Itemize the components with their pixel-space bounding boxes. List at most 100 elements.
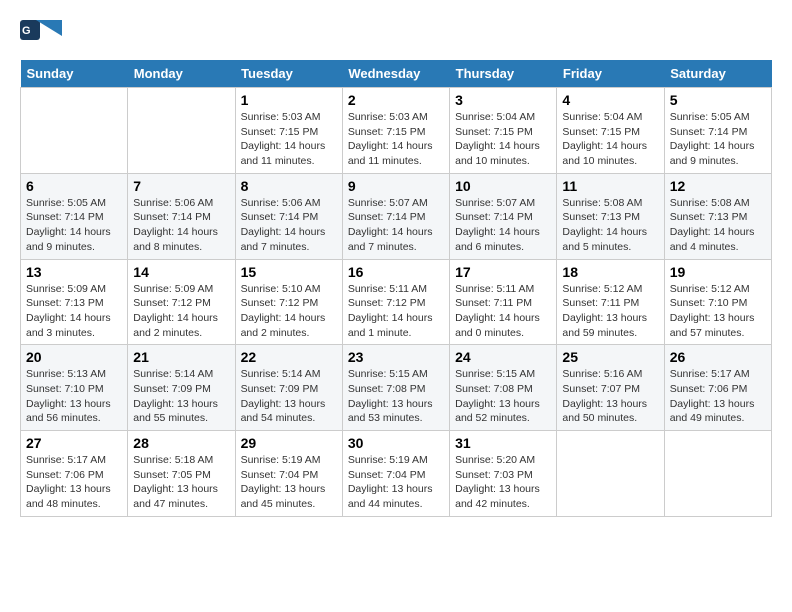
day-header-sunday: Sunday xyxy=(21,60,128,88)
day-number: 1 xyxy=(241,92,337,108)
day-number: 24 xyxy=(455,349,551,365)
calendar-cell: 29 Sunrise: 5:19 AM Sunset: 7:04 PM Dayli… xyxy=(235,431,342,517)
day-number: 7 xyxy=(133,178,229,194)
day-info: Sunrise: 5:12 AM Sunset: 7:11 PM Dayligh… xyxy=(562,282,658,341)
day-number: 3 xyxy=(455,92,551,108)
week-row-3: 13 Sunrise: 5:09 AM Sunset: 7:13 PM Dayli… xyxy=(21,259,772,345)
calendar-cell xyxy=(664,431,771,517)
day-info: Sunrise: 5:16 AM Sunset: 7:07 PM Dayligh… xyxy=(562,367,658,426)
day-info: Sunrise: 5:07 AM Sunset: 7:14 PM Dayligh… xyxy=(348,196,444,255)
day-number: 18 xyxy=(562,264,658,280)
day-info: Sunrise: 5:09 AM Sunset: 7:13 PM Dayligh… xyxy=(26,282,122,341)
calendar-cell: 4 Sunrise: 5:04 AM Sunset: 7:15 PM Daylig… xyxy=(557,88,664,174)
day-info: Sunrise: 5:07 AM Sunset: 7:14 PM Dayligh… xyxy=(455,196,551,255)
day-header-monday: Monday xyxy=(128,60,235,88)
day-number: 19 xyxy=(670,264,766,280)
day-info: Sunrise: 5:14 AM Sunset: 7:09 PM Dayligh… xyxy=(241,367,337,426)
calendar-cell: 31Sunrise: 5:20 AM Sunset: 7:03 PM Dayli… xyxy=(450,431,557,517)
day-info: Sunrise: 5:17 AM Sunset: 7:06 PM Dayligh… xyxy=(670,367,766,426)
calendar-cell: 6 Sunrise: 5:05 AM Sunset: 7:14 PM Daylig… xyxy=(21,173,128,259)
calendar-cell: 17 Sunrise: 5:11 AM Sunset: 7:11 PM Dayli… xyxy=(450,259,557,345)
day-number: 14 xyxy=(133,264,229,280)
calendar-cell: 18 Sunrise: 5:12 AM Sunset: 7:11 PM Dayli… xyxy=(557,259,664,345)
day-number: 29 xyxy=(241,435,337,451)
day-info: Sunrise: 5:06 AM Sunset: 7:14 PM Dayligh… xyxy=(133,196,229,255)
day-info: Sunrise: 5:08 AM Sunset: 7:13 PM Dayligh… xyxy=(562,196,658,255)
calendar-body: 1 Sunrise: 5:03 AM Sunset: 7:15 PM Daylig… xyxy=(21,88,772,517)
day-header-tuesday: Tuesday xyxy=(235,60,342,88)
day-number: 9 xyxy=(348,178,444,194)
calendar-cell xyxy=(557,431,664,517)
day-number: 5 xyxy=(670,92,766,108)
calendar-cell: 23 Sunrise: 5:15 AM Sunset: 7:08 PM Dayli… xyxy=(342,345,449,431)
day-info: Sunrise: 5:13 AM Sunset: 7:10 PM Dayligh… xyxy=(26,367,122,426)
calendar-cell: 14 Sunrise: 5:09 AM Sunset: 7:12 PM Dayli… xyxy=(128,259,235,345)
day-number: 26 xyxy=(670,349,766,365)
calendar-cell: 9 Sunrise: 5:07 AM Sunset: 7:14 PM Daylig… xyxy=(342,173,449,259)
logo: G xyxy=(20,20,66,50)
calendar-table: SundayMondayTuesdayWednesdayThursdayFrid… xyxy=(20,60,772,517)
day-number: 10 xyxy=(455,178,551,194)
day-number: 8 xyxy=(241,178,337,194)
day-header-thursday: Thursday xyxy=(450,60,557,88)
day-number: 13 xyxy=(26,264,122,280)
day-header-friday: Friday xyxy=(557,60,664,88)
calendar-cell: 25 Sunrise: 5:16 AM Sunset: 7:07 PM Dayli… xyxy=(557,345,664,431)
day-header-saturday: Saturday xyxy=(664,60,771,88)
day-number: 23 xyxy=(348,349,444,365)
day-number: 17 xyxy=(455,264,551,280)
week-row-4: 20Sunrise: 5:13 AM Sunset: 7:10 PM Dayli… xyxy=(21,345,772,431)
day-info: Sunrise: 5:15 AM Sunset: 7:08 PM Dayligh… xyxy=(455,367,551,426)
day-number: 11 xyxy=(562,178,658,194)
day-number: 21 xyxy=(133,349,229,365)
day-number: 4 xyxy=(562,92,658,108)
day-info: Sunrise: 5:20 AM Sunset: 7:03 PM Dayligh… xyxy=(455,453,551,512)
day-number: 30 xyxy=(348,435,444,451)
day-info: Sunrise: 5:04 AM Sunset: 7:15 PM Dayligh… xyxy=(562,110,658,169)
day-info: Sunrise: 5:05 AM Sunset: 7:14 PM Dayligh… xyxy=(670,110,766,169)
day-info: Sunrise: 5:11 AM Sunset: 7:11 PM Dayligh… xyxy=(455,282,551,341)
day-header-wednesday: Wednesday xyxy=(342,60,449,88)
day-number: 6 xyxy=(26,178,122,194)
logo-icon: G xyxy=(20,20,62,50)
calendar-cell: 13 Sunrise: 5:09 AM Sunset: 7:13 PM Dayli… xyxy=(21,259,128,345)
day-info: Sunrise: 5:08 AM Sunset: 7:13 PM Dayligh… xyxy=(670,196,766,255)
day-info: Sunrise: 5:06 AM Sunset: 7:14 PM Dayligh… xyxy=(241,196,337,255)
calendar-cell: 27Sunrise: 5:17 AM Sunset: 7:06 PM Dayli… xyxy=(21,431,128,517)
day-info: Sunrise: 5:15 AM Sunset: 7:08 PM Dayligh… xyxy=(348,367,444,426)
day-number: 25 xyxy=(562,349,658,365)
calendar-cell: 22 Sunrise: 5:14 AM Sunset: 7:09 PM Dayli… xyxy=(235,345,342,431)
day-number: 2 xyxy=(348,92,444,108)
day-info: Sunrise: 5:19 AM Sunset: 7:04 PM Dayligh… xyxy=(348,453,444,512)
day-info: Sunrise: 5:03 AM Sunset: 7:15 PM Dayligh… xyxy=(348,110,444,169)
day-number: 28 xyxy=(133,435,229,451)
day-info: Sunrise: 5:03 AM Sunset: 7:15 PM Dayligh… xyxy=(241,110,337,169)
page-header: G xyxy=(20,20,772,50)
day-info: Sunrise: 5:09 AM Sunset: 7:12 PM Dayligh… xyxy=(133,282,229,341)
day-number: 27 xyxy=(26,435,122,451)
calendar-cell: 2 Sunrise: 5:03 AM Sunset: 7:15 PM Daylig… xyxy=(342,88,449,174)
day-info: Sunrise: 5:05 AM Sunset: 7:14 PM Dayligh… xyxy=(26,196,122,255)
calendar-cell: 21 Sunrise: 5:14 AM Sunset: 7:09 PM Dayli… xyxy=(128,345,235,431)
day-info: Sunrise: 5:19 AM Sunset: 7:04 PM Dayligh… xyxy=(241,453,337,512)
calendar-cell: 19Sunrise: 5:12 AM Sunset: 7:10 PM Dayli… xyxy=(664,259,771,345)
day-number: 12 xyxy=(670,178,766,194)
day-number: 22 xyxy=(241,349,337,365)
calendar-cell: 1 Sunrise: 5:03 AM Sunset: 7:15 PM Daylig… xyxy=(235,88,342,174)
day-number: 15 xyxy=(241,264,337,280)
calendar-cell xyxy=(21,88,128,174)
svg-text:G: G xyxy=(22,25,31,37)
calendar-cell: 24 Sunrise: 5:15 AM Sunset: 7:08 PM Dayli… xyxy=(450,345,557,431)
calendar-cell: 7 Sunrise: 5:06 AM Sunset: 7:14 PM Daylig… xyxy=(128,173,235,259)
day-info: Sunrise: 5:18 AM Sunset: 7:05 PM Dayligh… xyxy=(133,453,229,512)
calendar-cell: 8 Sunrise: 5:06 AM Sunset: 7:14 PM Daylig… xyxy=(235,173,342,259)
calendar-cell xyxy=(128,88,235,174)
calendar-cell: 15Sunrise: 5:10 AM Sunset: 7:12 PM Dayli… xyxy=(235,259,342,345)
calendar-cell: 26 Sunrise: 5:17 AM Sunset: 7:06 PM Dayli… xyxy=(664,345,771,431)
week-row-1: 1 Sunrise: 5:03 AM Sunset: 7:15 PM Daylig… xyxy=(21,88,772,174)
calendar-cell: 11 Sunrise: 5:08 AM Sunset: 7:13 PM Dayli… xyxy=(557,173,664,259)
day-info: Sunrise: 5:14 AM Sunset: 7:09 PM Dayligh… xyxy=(133,367,229,426)
calendar-cell: 20Sunrise: 5:13 AM Sunset: 7:10 PM Dayli… xyxy=(21,345,128,431)
week-row-5: 27Sunrise: 5:17 AM Sunset: 7:06 PM Dayli… xyxy=(21,431,772,517)
calendar-cell: 3Sunrise: 5:04 AM Sunset: 7:15 PM Daylig… xyxy=(450,88,557,174)
